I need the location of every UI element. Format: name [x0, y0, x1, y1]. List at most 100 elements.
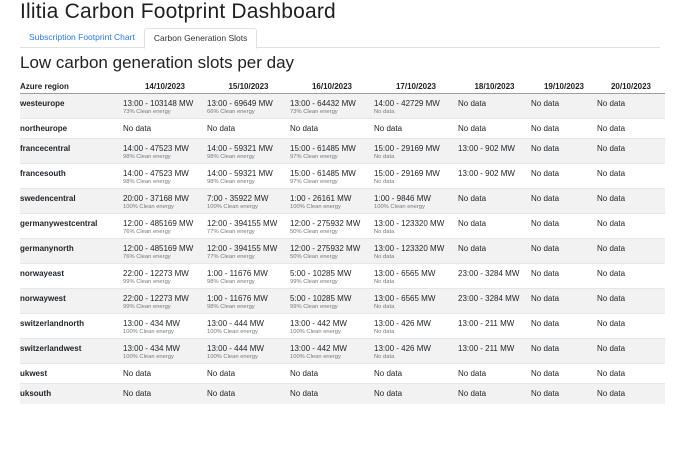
slot-cell: No data	[597, 363, 665, 384]
slot-cell: No data	[458, 213, 531, 239]
slot-value: 7:00 - 35922 MW	[207, 194, 269, 203]
clean-energy-percent: No data	[374, 354, 395, 360]
slot-value: 23:00 - 3284 MW	[458, 269, 520, 278]
slot-value: No data	[290, 124, 319, 133]
slot-cell: No data	[207, 383, 290, 404]
slot-cell: 15:00 - 61485 MW 97% Clean energy	[290, 163, 374, 189]
slot-value: 13:00 - 902 MW	[458, 144, 515, 153]
slot-value: 13:00 - 211 MW	[458, 344, 515, 353]
slot-cell: No data	[531, 188, 597, 214]
clean-energy-percent: No data	[374, 229, 395, 235]
region-name-cell: switzerlandnorth	[20, 313, 123, 339]
slot-value: 14:00 - 42729 MW	[374, 99, 440, 108]
clean-energy-percent: 99% Clean energy	[290, 304, 338, 310]
slot-value: No data	[531, 99, 560, 108]
slot-value: No data	[531, 269, 560, 278]
clean-energy-percent: 66% Clean energy	[207, 109, 255, 115]
clean-energy-percent: No data	[374, 304, 395, 310]
slot-cell: 13:00 - 442 MW 100% Clean energy	[290, 313, 374, 339]
slot-value: No data	[597, 99, 626, 108]
slot-cell: 14:00 - 59321 MW 98% Clean energy	[207, 138, 290, 164]
clean-energy-percent: 100% Clean energy	[290, 204, 341, 210]
table-row: germanywestcentral 12:00 - 485169 MW 76% C…	[20, 213, 665, 239]
slot-value: 12:00 - 394155 MW	[207, 219, 278, 228]
slot-value: 1:00 - 11676 MW	[207, 269, 268, 278]
table-row: norwayeast 22:00 - 12273 MW 99% Clean ener…	[20, 263, 665, 289]
slot-cell: 1:00 - 26161 MW 100% Clean energy	[290, 188, 374, 214]
slot-value: No data	[597, 389, 626, 398]
slot-value: 14:00 - 59321 MW	[207, 144, 273, 153]
slot-value: No data	[597, 294, 626, 303]
slot-cell: 15:00 - 29169 MW No data	[374, 163, 458, 189]
clean-energy-percent: 50% Clean energy	[290, 254, 338, 260]
slot-value: No data	[597, 124, 626, 133]
tab-subscription-footprint-chart[interactable]: Subscription Footprint Chart	[20, 28, 144, 48]
slot-cell: 22:00 - 12273 MW 99% Clean energy	[123, 288, 207, 314]
slot-value: 13:00 - 6565 MW	[374, 294, 436, 303]
slot-value: 22:00 - 12273 MW	[123, 269, 189, 278]
clean-energy-percent: 100% Clean energy	[207, 204, 258, 210]
slot-cell: No data	[458, 93, 531, 119]
slot-value: No data	[597, 144, 626, 153]
slot-cell: 5:00 - 10285 MW 99% Clean energy	[290, 288, 374, 314]
clean-energy-percent: 98% Clean energy	[207, 154, 255, 160]
slot-value: No data	[458, 194, 487, 203]
slot-cell: No data	[597, 383, 665, 404]
slot-cell: 13:00 - 6565 MW No data	[374, 263, 458, 289]
slot-cell: 13:00 - 434 MW 100% Clean energy	[123, 313, 207, 339]
slot-value: No data	[374, 369, 403, 378]
slot-value: 15:00 - 61485 MW	[290, 144, 356, 153]
slot-value: 12:00 - 275932 MW	[290, 244, 361, 253]
slot-cell: 15:00 - 29169 MW No data	[374, 138, 458, 164]
slot-value: 12:00 - 485169 MW	[123, 219, 194, 228]
slot-value: 5:00 - 10285 MW	[290, 294, 352, 303]
slot-cell: No data	[597, 238, 665, 264]
slot-value: No data	[597, 369, 626, 378]
clean-energy-percent: 100% Clean energy	[374, 204, 425, 210]
slot-cell: No data	[458, 188, 531, 214]
clean-energy-percent: 100% Clean energy	[123, 354, 174, 360]
slot-value: 13:00 - 426 MW	[374, 344, 431, 353]
slot-cell: 13:00 - 902 MW	[458, 163, 531, 189]
slot-cell: 14:00 - 59321 MW 98% Clean energy	[207, 163, 290, 189]
slot-cell: 7:00 - 35922 MW 100% Clean energy	[207, 188, 290, 214]
table-row: switzerlandwest 13:00 - 434 MW 100% Clean …	[20, 338, 665, 364]
column-header-date: 20/10/2023	[597, 79, 665, 94]
table-header-row: Azure region 14/10/2023 15/10/2023 16/10…	[20, 79, 665, 94]
slot-value: 12:00 - 275932 MW	[290, 219, 361, 228]
slot-cell: 13:00 - 123320 MW No data	[374, 213, 458, 239]
slot-cell: No data	[123, 363, 207, 384]
slot-cell: No data	[597, 213, 665, 239]
slot-value: 22:00 - 12273 MW	[123, 294, 189, 303]
slot-value: 5:00 - 10285 MW	[290, 269, 352, 278]
slot-cell: No data	[458, 238, 531, 264]
slot-cell: No data	[597, 163, 665, 189]
slot-value: No data	[531, 169, 560, 178]
clean-energy-percent: 100% Clean energy	[290, 329, 341, 335]
slot-value: No data	[597, 269, 626, 278]
slot-value: 13:00 - 69649 MW	[207, 99, 273, 108]
clean-energy-percent: 98% Clean energy	[123, 154, 171, 160]
table-row: westeurope 13:00 - 103148 MW 73% Clean ene…	[20, 93, 665, 119]
clean-energy-percent: 100% Clean energy	[123, 329, 174, 335]
slot-cell: No data	[374, 383, 458, 404]
clean-energy-percent: 99% Clean energy	[123, 304, 171, 310]
slot-value: No data	[458, 99, 487, 108]
slot-value: 1:00 - 9846 MW	[374, 194, 431, 203]
column-header-region: Azure region	[20, 79, 123, 94]
slot-value: 13:00 - 442 MW	[290, 344, 347, 353]
region-name-cell: germanywestcentral	[20, 213, 123, 239]
table-row: francesouth 14:00 - 47523 MW 98% Clean ene…	[20, 163, 665, 189]
column-header-date: 14/10/2023	[123, 79, 207, 94]
slot-value: 14:00 - 47523 MW	[123, 169, 189, 178]
slot-cell: 13:00 - 211 MW	[458, 313, 531, 339]
slot-cell: 13:00 - 444 MW 100% Clean energy	[207, 313, 290, 339]
tab-carbon-generation-slots[interactable]: Carbon Generation Slots	[143, 28, 258, 49]
slot-cell: 12:00 - 275932 MW 50% Clean energy	[290, 213, 374, 239]
clean-energy-percent: No data	[374, 179, 395, 185]
region-name-cell: swedencentral	[20, 188, 123, 214]
slot-cell: 13:00 - 123320 MW No data	[374, 238, 458, 264]
region-name-cell: uksouth	[20, 383, 123, 404]
region-name-cell: norwaywest	[20, 288, 123, 314]
slot-cell: No data	[597, 93, 665, 119]
